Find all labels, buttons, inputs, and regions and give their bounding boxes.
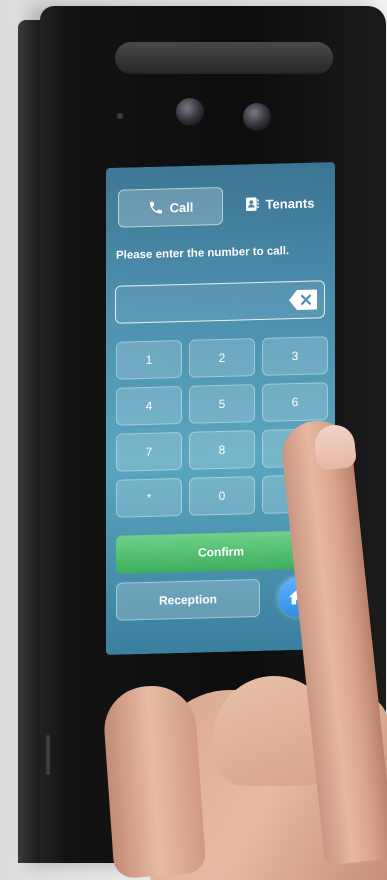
key-2[interactable]: 2 bbox=[189, 338, 255, 378]
tab-bar: Call Tenants bbox=[118, 184, 324, 229]
key-5[interactable]: 5 bbox=[189, 384, 255, 424]
light-bar bbox=[115, 42, 333, 74]
key-4[interactable]: 4 bbox=[116, 386, 182, 426]
tab-call-label: Call bbox=[169, 199, 194, 215]
key-8[interactable]: 8 bbox=[189, 430, 255, 470]
key-7[interactable]: 7 bbox=[116, 432, 182, 472]
key-1[interactable]: 1 bbox=[116, 340, 182, 380]
camera-lens-left bbox=[176, 98, 204, 126]
hand-thumb bbox=[101, 683, 207, 879]
reception-button[interactable]: Reception bbox=[116, 578, 260, 621]
light-sensor bbox=[117, 113, 123, 119]
tab-tenants-label: Tenants bbox=[265, 195, 315, 212]
tab-call[interactable]: Call bbox=[118, 186, 223, 228]
key-3[interactable]: 3 bbox=[262, 336, 328, 376]
keypad: 1 2 3 4 5 6 7 8 9 * 0 # bbox=[116, 336, 328, 518]
side-slot bbox=[46, 735, 50, 775]
camera-lens-right bbox=[243, 103, 271, 131]
tab-tenants[interactable]: Tenants bbox=[230, 184, 328, 223]
key-star[interactable]: * bbox=[116, 478, 182, 518]
backspace-icon bbox=[289, 289, 317, 310]
key-6[interactable]: 6 bbox=[262, 382, 328, 422]
number-input[interactable] bbox=[115, 280, 325, 324]
device-side-edge bbox=[18, 20, 40, 863]
backspace-button[interactable] bbox=[288, 288, 318, 311]
key-0[interactable]: 0 bbox=[189, 476, 255, 516]
contacts-icon bbox=[244, 196, 260, 212]
instruction-text: Please enter the number to call. bbox=[116, 245, 290, 262]
phone-icon bbox=[148, 199, 164, 215]
